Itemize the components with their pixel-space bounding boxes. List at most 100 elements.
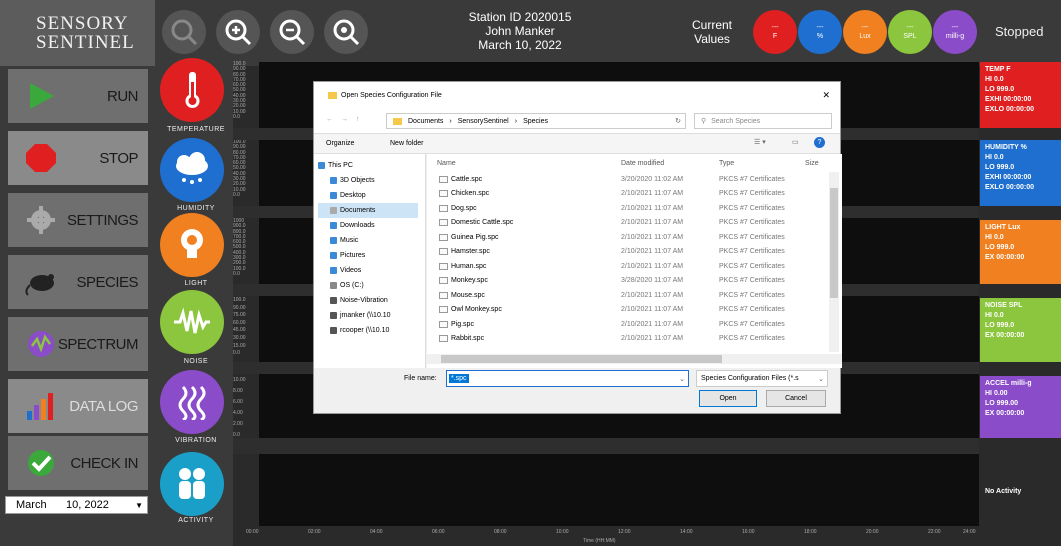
- file-row[interactable]: Monkey.spc 3/28/2020 11:07 AM PKCS #7 Cert…: [439, 274, 829, 289]
- data-log-button[interactable]: DATA LOG: [8, 379, 148, 433]
- file-row[interactable]: Chicken.spc 2/10/2021 11:07 AM PKCS #7 Cer…: [439, 187, 829, 202]
- tree-item-selected[interactable]: Documents: [318, 203, 418, 218]
- search-button[interactable]: [162, 10, 206, 54]
- run-button[interactable]: RUN: [8, 69, 148, 123]
- noise-label: NOISE: [183, 358, 209, 365]
- panel-title: NOISE SPL: [985, 302, 1023, 309]
- horizontal-scrollbar[interactable]: [427, 354, 842, 364]
- file-row[interactable]: Rabbit.spc 2/10/2021 11:07 AM PKCS #7 Cert…: [439, 332, 829, 347]
- light-sensor-icon[interactable]: [160, 213, 224, 277]
- spectrum-label: SPECTRUM: [57, 335, 139, 353]
- tree-item[interactable]: Downloads: [330, 218, 375, 233]
- filename-input[interactable]: *.spc ⌄: [446, 370, 689, 387]
- column-header-type[interactable]: Type: [719, 160, 734, 167]
- file-row[interactable]: Owl Monkey.spc 2/10/2021 11:07 AM PKCS #7 …: [439, 303, 829, 318]
- zoom-in-button[interactable]: [216, 10, 260, 54]
- file-icon: [439, 262, 448, 270]
- cube-icon: [330, 176, 337, 184]
- column-header-size[interactable]: Size: [805, 160, 819, 167]
- zoom-out-button[interactable]: [270, 10, 314, 54]
- network-drive-icon: [330, 311, 337, 319]
- tree-item[interactable]: jmanker (\\10.10: [330, 308, 391, 323]
- tree-item[interactable]: This PC: [318, 158, 353, 173]
- file-row[interactable]: Domestic Cattle.spc 2/10/2021 11:07 AM PKC…: [439, 216, 829, 231]
- organize-button[interactable]: Organize: [326, 140, 354, 147]
- new-folder-button[interactable]: New folder: [390, 140, 423, 147]
- file-row[interactable]: Pig.spc 2/10/2021 11:07 AM PKCS #7 Certifi…: [439, 317, 829, 332]
- chevron-down-icon[interactable]: ⌄: [679, 375, 685, 383]
- file-row[interactable]: Hamster.spc 2/10/2021 11:07 AM PKCS #7 Cer…: [439, 245, 829, 260]
- dialog-title: Open Species Configuration File: [341, 91, 442, 99]
- settings-label: SETTINGS: [66, 211, 139, 229]
- tree-item[interactable]: Music: [330, 233, 358, 248]
- tree-item[interactable]: rcooper (\\10.10: [330, 323, 389, 338]
- help-icon[interactable]: ?: [814, 137, 825, 148]
- refresh-icon[interactable]: ↻: [675, 117, 681, 125]
- chevron-down-icon[interactable]: ▼: [135, 501, 143, 510]
- up-arrow-icon[interactable]: ↑: [356, 116, 360, 123]
- x-tick: 10:00: [556, 529, 569, 535]
- x-tick: 18:00: [804, 529, 817, 535]
- date-day-year: 10, 2022: [66, 499, 109, 511]
- temperature-sensor-icon[interactable]: [160, 58, 224, 122]
- tree-item[interactable]: OS (C:): [330, 278, 364, 293]
- tree-item[interactable]: Desktop: [330, 188, 366, 203]
- open-button[interactable]: Open: [699, 390, 757, 407]
- tree-item[interactable]: 3D Objects: [330, 173, 375, 188]
- noise-sensor-icon[interactable]: [160, 290, 224, 354]
- file-row[interactable]: Guinea Pig.spc 2/10/2021 11:07 AM PKCS #7 …: [439, 230, 829, 245]
- settings-button[interactable]: SETTINGS: [8, 193, 148, 247]
- file-icon: [439, 219, 448, 227]
- tree-item[interactable]: Videos: [330, 263, 361, 278]
- x-tick: 14:00: [680, 529, 693, 535]
- filetype-value: Species Configuration Files (*.s: [701, 375, 799, 382]
- light-stats-panel: LIGHT Lux HI 0.0 LO 999.0 EX 00:00:00: [980, 220, 1061, 284]
- vertical-scrollbar[interactable]: [829, 172, 839, 352]
- chevron-down-icon[interactable]: ⌄: [818, 375, 824, 383]
- light-unit: Lux: [859, 33, 871, 40]
- stat-line: LO 999.00: [985, 400, 1019, 407]
- file-row[interactable]: Cattle.spc 3/20/2020 11:02 AM PKCS #7 Cert…: [439, 172, 829, 187]
- preview-pane-icon[interactable]: ▭: [792, 138, 799, 146]
- breadcrumb-item[interactable]: Documents: [408, 118, 443, 125]
- x-tick: 04:00: [370, 529, 383, 535]
- cancel-button[interactable]: Cancel: [766, 390, 826, 407]
- pictures-icon: [330, 251, 337, 259]
- tree-item[interactable]: Pictures: [330, 248, 365, 263]
- drive-icon: [330, 281, 337, 289]
- species-button[interactable]: SPECIES: [8, 255, 148, 309]
- file-row[interactable]: Human.spc 2/10/2021 11:07 AM PKCS #7 Certi…: [439, 259, 829, 274]
- file-row[interactable]: Mouse.spc 2/10/2021 11:07 AM PKCS #7 Certi…: [439, 288, 829, 303]
- file-row[interactable]: Dog.spc 2/10/2021 11:07 AM PKCS #7 Certifi…: [439, 201, 829, 216]
- spectrum-button[interactable]: SPECTRUM: [8, 317, 148, 371]
- dialog-navbar: ← → ↑ Documents › SensorySentinel › Specie…: [314, 108, 840, 134]
- search-field[interactable]: ⚲ Search Species: [694, 113, 832, 129]
- breadcrumb-item[interactable]: Species: [523, 118, 548, 125]
- stat-line: HI 0.0: [985, 234, 1004, 241]
- address-bar[interactable]: Documents › SensorySentinel › Species ↻: [386, 113, 686, 129]
- view-options-icon[interactable]: ☰ ▾: [754, 138, 766, 146]
- x-axis-label: Time (HH:MM): [583, 538, 616, 544]
- stop-button[interactable]: STOP: [8, 131, 148, 185]
- column-header-date[interactable]: Date modified: [621, 160, 664, 167]
- open-file-dialog: Open Species Configuration File ✕ ← → ↑ …: [313, 81, 842, 414]
- activity-sensor-icon[interactable]: [160, 452, 224, 516]
- tree-item[interactable]: Noise-Vibration: [330, 293, 388, 308]
- column-header-name[interactable]: Name: [437, 160, 456, 167]
- logo-line1: SENSORY: [36, 13, 129, 34]
- filename-label: File name:: [404, 375, 437, 382]
- back-arrow-icon[interactable]: ←: [326, 116, 333, 123]
- forward-arrow-icon[interactable]: →: [341, 116, 348, 123]
- zoom-in-icon: [225, 19, 252, 46]
- noise-value: ---: [906, 24, 914, 31]
- date-picker[interactable]: March 10, 2022 ▼: [5, 496, 148, 514]
- zoom-reset-button[interactable]: [324, 10, 368, 54]
- breadcrumb-item[interactable]: SensorySentinel: [458, 118, 509, 125]
- activity-chart[interactable]: [259, 454, 979, 526]
- humidity-sensor-icon[interactable]: [160, 138, 224, 202]
- filetype-select[interactable]: Species Configuration Files (*.s ⌄: [696, 370, 828, 387]
- close-icon[interactable]: ✕: [822, 90, 830, 101]
- check-in-button[interactable]: CHECK IN: [8, 436, 148, 490]
- vibration-sensor-icon[interactable]: [160, 370, 224, 434]
- panel-title: ACCEL milli-g: [985, 380, 1032, 387]
